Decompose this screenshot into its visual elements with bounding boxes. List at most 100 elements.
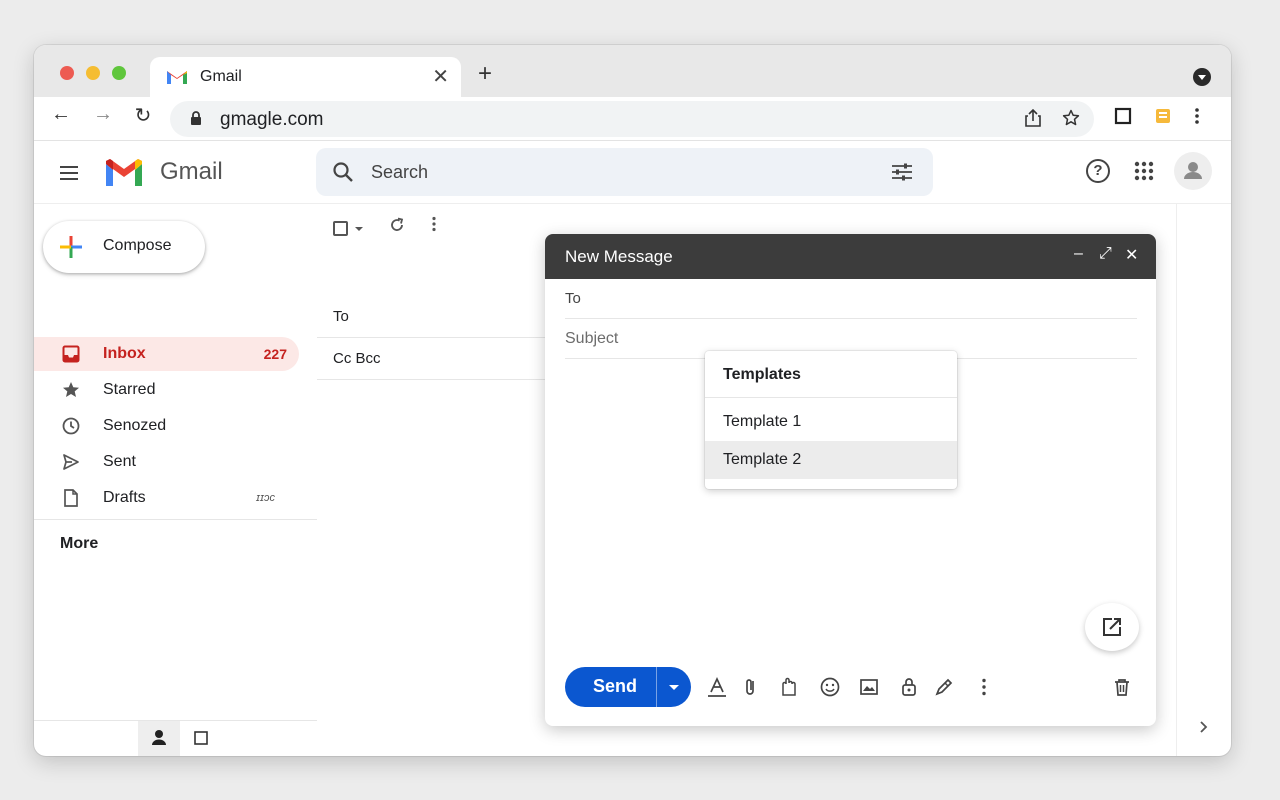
- star-icon: [62, 381, 80, 399]
- compose-window: New Message – ⤢ ✕ To Subject Templates T…: [545, 234, 1156, 726]
- browser-toolbar: ← → ↻ gmagle.com: [34, 97, 1231, 141]
- menu-item-label: Template 2: [723, 451, 802, 468]
- sidebar-item-sent[interactable]: Sent: [34, 445, 299, 479]
- minimize-window-button[interactable]: [86, 66, 100, 80]
- signature-pen-icon[interactable]: [933, 676, 955, 698]
- attach-file-icon[interactable]: [740, 676, 762, 698]
- pop-out-button[interactable]: [1085, 603, 1139, 651]
- account-avatar-icon[interactable]: [1174, 152, 1212, 190]
- tab-strip: Gmail ✕ +: [34, 45, 1231, 97]
- search-icon[interactable]: [332, 161, 354, 188]
- clock-icon: [62, 417, 80, 435]
- sidebar-divider: [34, 519, 317, 520]
- sidebar-bottom-bar: [34, 720, 317, 756]
- sidebar-item-label: Sent: [103, 453, 136, 470]
- extension-icon[interactable]: [1154, 107, 1172, 130]
- compose-plus-icon: [59, 235, 83, 264]
- more-options-icon[interactable]: [973, 676, 995, 698]
- gmail-header: Gmail Search ?: [34, 142, 1231, 204]
- gmail-logo-icon[interactable]: [104, 158, 144, 193]
- to-field[interactable]: To: [565, 279, 1137, 319]
- url-text: gmagle.com: [220, 109, 324, 130]
- insert-photo-icon[interactable]: [858, 676, 880, 698]
- chevron-right-icon[interactable]: [1198, 720, 1208, 739]
- contacts-tab[interactable]: [138, 721, 180, 756]
- address-bar[interactable]: gmagle.com: [170, 101, 1094, 137]
- template-option-2[interactable]: Template 2: [705, 441, 957, 479]
- sidebar-item-starred[interactable]: Starred: [34, 373, 299, 407]
- sidebar: Compose Inbox 227 Starred Senozed Sent D…: [34, 204, 317, 756]
- select-dropdown-icon[interactable]: [355, 227, 363, 231]
- subject-placeholder: Subject: [565, 330, 619, 347]
- compose-header[interactable]: New Message – ⤢ ✕: [545, 234, 1156, 279]
- sidebar-item-label: Inbox: [103, 345, 146, 362]
- search-mail-input[interactable]: Search: [316, 148, 933, 196]
- back-button[interactable]: ←: [46, 103, 76, 126]
- gmail-wordmark: Gmail: [160, 158, 223, 185]
- forward-button[interactable]: →: [88, 103, 118, 126]
- chat-tab[interactable]: [180, 721, 222, 756]
- google-apps-icon[interactable]: [1134, 161, 1154, 181]
- close-icon[interactable]: ✕: [1125, 245, 1138, 265]
- insert-link-icon[interactable]: [777, 676, 799, 698]
- new-tab-button[interactable]: +: [478, 60, 492, 88]
- sidebar-item-drafts[interactable]: Drafts ɪɪɔc: [34, 481, 299, 517]
- maximize-window-button[interactable]: [112, 66, 126, 80]
- list-item-label: Cc Bcc: [333, 350, 381, 367]
- reading-mode-icon[interactable]: [1114, 107, 1132, 130]
- send-options-caret-icon[interactable]: [669, 685, 679, 690]
- template-option-1[interactable]: Template 1: [705, 403, 957, 441]
- close-window-button[interactable]: [60, 66, 74, 80]
- formatting-options-icon[interactable]: [706, 676, 728, 698]
- refresh-icon[interactable]: [389, 217, 405, 238]
- tab-title: Gmail: [200, 68, 242, 85]
- menu-divider: [705, 397, 957, 398]
- drafts-count: ɪɪɔc: [256, 492, 275, 504]
- browser-menu-icon[interactable]: [1194, 107, 1200, 130]
- discard-draft-icon[interactable]: [1111, 676, 1133, 698]
- tab-close-icon[interactable]: ✕: [432, 64, 449, 89]
- sidebar-item-inbox[interactable]: Inbox 227: [34, 337, 299, 371]
- compose-title: New Message: [565, 247, 673, 266]
- inbox-icon: [62, 345, 80, 363]
- compose-button[interactable]: Compose: [43, 221, 205, 273]
- lock-icon: [190, 111, 202, 125]
- menu-item-label: Template 1: [723, 413, 802, 430]
- list-item[interactable]: Cc Bcc: [317, 338, 547, 380]
- sidebar-item-snoozed[interactable]: Senozed: [34, 409, 299, 443]
- browser-window: Gmail ✕ + ← → ↻ gmagle.com Gmail Search …: [34, 45, 1231, 756]
- search-options-icon[interactable]: [891, 162, 913, 187]
- emoji-icon[interactable]: [819, 676, 841, 698]
- reload-button[interactable]: ↻: [128, 103, 158, 128]
- send-divider: [656, 667, 657, 707]
- tab-search-icon[interactable]: [1193, 68, 1211, 86]
- templates-menu: Templates Template 1 Template 2: [705, 351, 957, 489]
- search-placeholder: Search: [371, 162, 429, 182]
- send-button-group: Send: [565, 667, 691, 707]
- confidential-mode-icon[interactable]: [898, 676, 920, 698]
- sidebar-item-label: Senozed: [103, 417, 167, 434]
- list-item-label: To: [333, 308, 349, 325]
- select-all-checkbox[interactable]: [333, 221, 348, 236]
- compose-label: Compose: [103, 237, 172, 254]
- bookmark-star-icon[interactable]: [1062, 109, 1080, 132]
- send-icon: [62, 453, 80, 471]
- draft-icon: [62, 489, 80, 507]
- inbox-unread-count: 227: [263, 346, 287, 362]
- more-actions-icon[interactable]: [431, 216, 437, 237]
- sidebar-item-label: Starred: [103, 381, 156, 398]
- minimize-icon[interactable]: –: [1074, 245, 1083, 263]
- templates-menu-title: Templates: [723, 366, 801, 383]
- help-icon[interactable]: ?: [1086, 159, 1110, 183]
- share-icon[interactable]: [1025, 108, 1041, 132]
- send-button[interactable]: Send: [593, 676, 637, 697]
- main-menu-icon[interactable]: [60, 166, 78, 180]
- sidebar-more[interactable]: More: [60, 535, 98, 553]
- browser-tab-gmail[interactable]: Gmail ✕: [150, 57, 461, 97]
- list-item[interactable]: To: [317, 296, 547, 338]
- pop-out-icon: [1103, 618, 1121, 636]
- side-panel: [1176, 204, 1231, 756]
- expand-icon[interactable]: ⤢: [1099, 245, 1112, 263]
- sidebar-item-label: Drafts: [103, 489, 146, 506]
- gmail-favicon-icon: [166, 68, 188, 90]
